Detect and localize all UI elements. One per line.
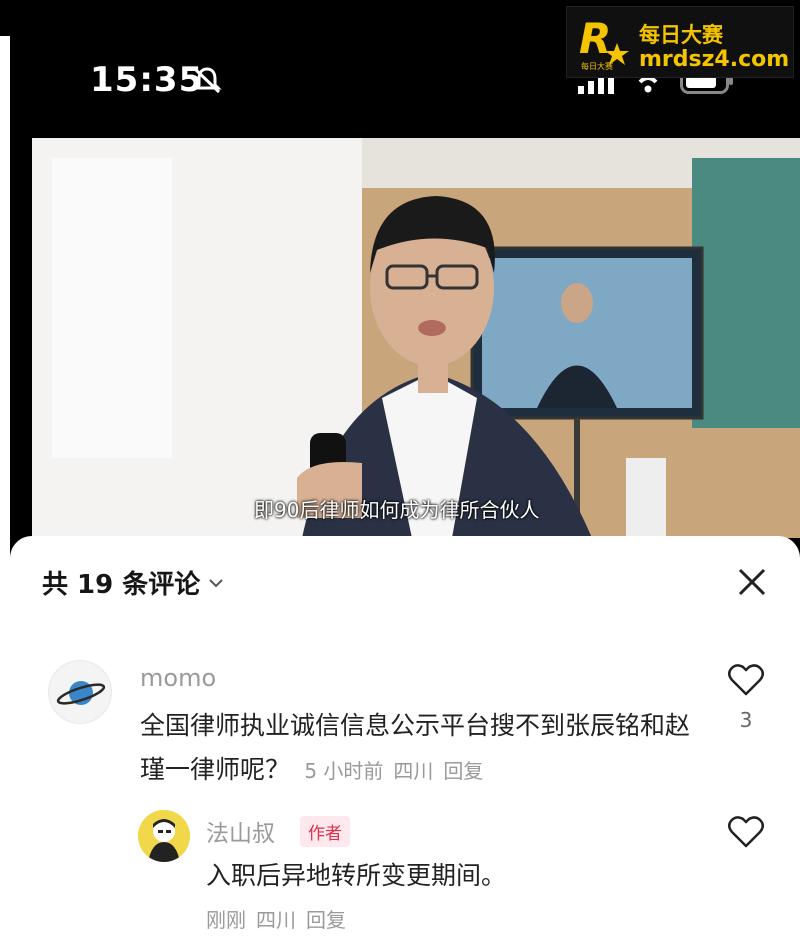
avatar[interactable] — [138, 810, 190, 862]
comment-meta: 5 小时前 四川 回复 — [298, 759, 493, 783]
comment-time: 5 小时前 — [304, 759, 384, 783]
watermark-logo: R 每日大赛 — [579, 14, 629, 71]
svg-text:R: R — [579, 14, 611, 63]
comment-meta: 刚刚 四川 回复 — [206, 904, 356, 933]
planet-icon — [56, 681, 106, 705]
close-icon[interactable] — [734, 564, 770, 600]
comment-location: 四川 — [256, 908, 296, 932]
watermark: R 每日大赛 每日大赛 mrdsz4.com — [566, 6, 794, 78]
comments-count-label: 共 19 条评论 — [42, 570, 201, 600]
avatar-figure — [138, 810, 190, 862]
comment-username[interactable]: 法山叔 — [206, 814, 275, 848]
left-edge — [0, 36, 10, 948]
svg-text:每日大赛: 每日大赛 — [581, 61, 613, 71]
video-subtitle: 即90后律师如何成为律所合伙人 — [254, 498, 540, 522]
comment-body: 入职后异地转所变更期间。 — [206, 861, 507, 890]
comments-count-title[interactable]: 共 19 条评论 — [42, 564, 224, 601]
watermark-url: mrdsz4.com — [639, 47, 790, 72]
reply-button[interactable]: 回复 — [443, 759, 483, 783]
heart-icon[interactable] — [726, 660, 766, 700]
reply-button[interactable]: 回复 — [306, 908, 346, 932]
author-badge: 作者 — [300, 816, 350, 847]
video-frame — [32, 138, 800, 538]
video-player[interactable]: 即90后律师如何成为律所合伙人 — [32, 138, 800, 538]
comment-text: 全国律师执业诚信信息公示平台搜不到张辰铭和赵瑾一律师呢？ 5 小时前 四川 回复 — [140, 704, 700, 793]
comment-username[interactable]: momo — [140, 664, 216, 692]
like-count: 3 — [739, 708, 753, 732]
comment-time: 刚刚 — [206, 908, 246, 932]
chevron-down-icon — [209, 578, 224, 587]
status-time: 15:35 — [90, 60, 204, 100]
mute-icon — [192, 67, 222, 94]
avatar[interactable] — [48, 660, 112, 724]
heart-icon[interactable] — [726, 812, 766, 852]
watermark-title: 每日大赛 — [639, 23, 723, 47]
comment-location: 四川 — [393, 759, 434, 783]
comments-panel: 共 19 条评论 momo 全国律师执业诚信信息公示平台搜不到张辰铭和赵瑾一律师… — [10, 536, 800, 948]
